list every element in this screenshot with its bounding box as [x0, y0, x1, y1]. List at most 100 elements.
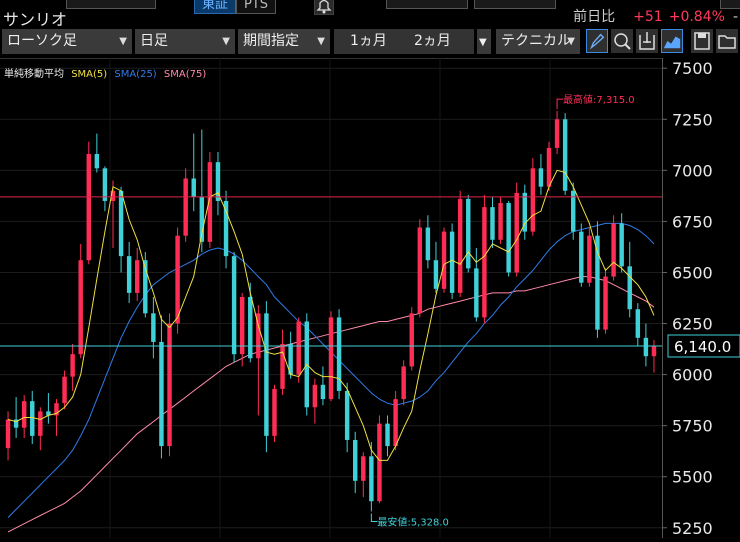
candle[interactable] — [86, 141, 91, 265]
bell-icon[interactable] — [314, 0, 334, 15]
candle[interactable] — [457, 190, 463, 297]
candle[interactable] — [183, 168, 188, 242]
candle-body — [490, 207, 495, 240]
candle[interactable] — [401, 360, 406, 406]
y-tick-label: 6250 — [672, 315, 713, 334]
candle[interactable] — [296, 317, 301, 383]
change-percent: +0.84% — [668, 9, 725, 25]
candle-body — [62, 376, 67, 404]
y-tick-label: 5250 — [672, 519, 713, 538]
candle-body — [94, 154, 100, 169]
candle[interactable] — [377, 415, 382, 504]
pencil-icon[interactable] — [586, 29, 608, 53]
candle[interactable] — [328, 311, 334, 402]
candle[interactable] — [167, 313, 172, 457]
high-label: 最高値:7,315.0 — [563, 93, 635, 106]
candle[interactable] — [466, 194, 471, 273]
candle-body — [579, 231, 584, 283]
candle-body — [312, 384, 318, 408]
candle[interactable] — [579, 223, 584, 287]
candle[interactable] — [78, 243, 83, 359]
candle-body — [409, 313, 414, 367]
y-tick-label: 5750 — [672, 417, 713, 436]
candle-body — [425, 227, 431, 261]
range-dropdown-button[interactable]: ▼ — [477, 29, 491, 54]
candle[interactable] — [587, 227, 592, 287]
sma-legend: 単純移動平均 SMA(5) SMA(25) SMA(75) — [4, 65, 206, 80]
candle[interactable] — [595, 221, 600, 338]
candle[interactable] — [409, 307, 414, 371]
candle-body — [514, 192, 519, 273]
area-chart-icon[interactable] — [661, 29, 683, 53]
candle-body — [70, 354, 75, 377]
candle[interactable] — [393, 390, 398, 451]
chart-type-label: ローソク足 — [7, 33, 77, 49]
range-1-month[interactable]: 1ヵ月 — [350, 29, 387, 54]
chevron-down-icon: ▼ — [567, 36, 575, 47]
header-bar: サンリオ 東証 PTS 前日比 +51 +0.84% - — [0, 0, 740, 29]
candle-body — [328, 317, 334, 400]
candle[interactable] — [441, 227, 447, 293]
candlestick-chart[interactable]: 5250 5500 5750 6000 6250 6500 6750 7000 7250 7500… — [0, 58, 740, 538]
candle-body — [175, 235, 180, 324]
chart-toolbar: ローソク足 ▼ 日足 ▼ 期間指定 ▼ 1ヵ月 2ヵ月 ▼ テクニカル ▼ — [0, 28, 740, 58]
candle[interactable] — [336, 309, 342, 400]
candle[interactable] — [207, 151, 213, 248]
candle-body — [102, 168, 108, 201]
candle[interactable] — [506, 200, 511, 277]
candle-body — [21, 401, 27, 428]
candle-body — [506, 203, 511, 273]
exchange-tab-pts[interactable]: PTS — [236, 0, 277, 14]
chart-area[interactable]: 5250 5500 5750 6000 6250 6500 6750 7000 7250 7500… — [0, 58, 740, 538]
candle[interactable] — [562, 113, 568, 195]
y-tick-label: 6000 — [672, 366, 713, 385]
candle-body — [361, 456, 366, 481]
technical-label: テクニカル — [501, 33, 571, 49]
candle[interactable] — [417, 219, 423, 318]
y-tick-label: 7000 — [672, 161, 713, 180]
chart-type-select[interactable]: ローソク足 ▼ — [2, 29, 132, 54]
candle-body — [546, 147, 552, 187]
zoom-icon[interactable] — [611, 29, 633, 53]
candle[interactable] — [522, 184, 527, 240]
y-tick-label: 7250 — [672, 110, 713, 129]
candle-body — [449, 231, 455, 293]
range-2-month[interactable]: 2ヵ月 — [414, 29, 451, 54]
candle-body — [562, 119, 568, 191]
interval-label: 日足 — [140, 33, 168, 49]
tab-fragment[interactable] — [386, 0, 468, 9]
legend-sma75[interactable]: SMA(75) — [164, 69, 206, 80]
candle[interactable] — [498, 196, 503, 244]
folder-icon[interactable] — [716, 29, 738, 53]
candle-body — [151, 313, 156, 342]
interval-select[interactable]: 日足 ▼ — [135, 29, 235, 54]
current-price-label: 6,140.0 — [674, 338, 731, 356]
candle-body — [643, 337, 649, 357]
candle[interactable] — [264, 301, 269, 453]
candle-body — [474, 268, 479, 318]
exchange-tab-tse[interactable]: 東証 — [194, 0, 237, 14]
candle-body — [619, 223, 624, 267]
export-icon[interactable] — [636, 29, 658, 53]
candle-body — [248, 296, 253, 359]
candle[interactable] — [603, 268, 608, 334]
tab-fragment[interactable] — [66, 0, 156, 9]
candle-body — [466, 198, 471, 269]
candle[interactable] — [611, 215, 616, 281]
candle-body — [385, 423, 390, 447]
tab-fragment[interactable] — [474, 0, 556, 9]
save-icon[interactable] — [691, 29, 713, 53]
candle[interactable] — [482, 194, 487, 324]
period-select[interactable]: 期間指定 ▼ — [238, 29, 330, 54]
price-change: 前日比 +51 +0.84% - — [573, 6, 738, 26]
legend-sma5[interactable]: SMA(5) — [71, 69, 107, 80]
legend-sma25[interactable]: SMA(25) — [114, 69, 156, 80]
candle-body — [377, 423, 382, 502]
candle[interactable] — [272, 384, 277, 442]
change-label: 前日比 — [573, 9, 616, 25]
y-tick-label: 6750 — [672, 212, 713, 231]
candle-body — [78, 260, 83, 355]
candle-body — [86, 154, 91, 261]
candle-body — [320, 384, 326, 400]
technical-select[interactable]: テクニカル ▼ — [496, 29, 580, 54]
